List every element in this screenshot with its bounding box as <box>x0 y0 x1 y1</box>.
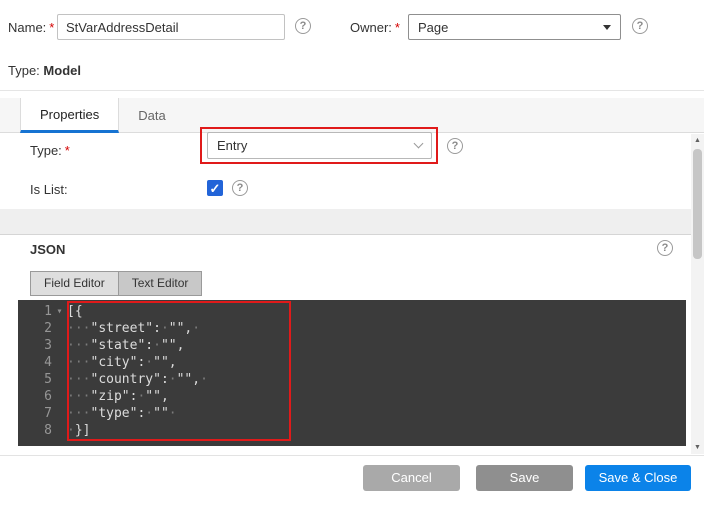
editor-toggle: Field EditorText Editor <box>30 271 202 296</box>
text-editor-button[interactable]: Text Editor <box>119 271 203 296</box>
entry-type-select[interactable]: Entry <box>207 132 432 159</box>
scroll-up-arrow-icon[interactable]: ▲ <box>691 134 704 147</box>
json-help-icon[interactable]: ? <box>657 240 673 256</box>
scrollbar-thumb[interactable] <box>693 149 702 259</box>
code-line: 1▾[{ <box>18 303 686 320</box>
code-line: 5···"country":·"",· <box>18 371 686 388</box>
is-list-label: Is List: <box>30 182 68 198</box>
owner-help-icon[interactable]: ? <box>632 18 648 34</box>
fold-spacer <box>52 371 67 388</box>
prop-type-label: Type:* <box>30 143 70 159</box>
chevron-down-icon <box>603 25 611 30</box>
variable-editor-dialog: Name:* ? Owner:* Page ? Type: Model Prop… <box>0 0 704 511</box>
type-help-icon[interactable]: ? <box>447 138 463 154</box>
owner-select[interactable]: Page <box>408 14 621 40</box>
save-button[interactable]: Save <box>476 465 573 491</box>
is-list-checkbox[interactable] <box>207 180 223 196</box>
vertical-scrollbar[interactable]: ▲ ▼ <box>691 134 704 454</box>
code-line: 3···"state":·"", <box>18 337 686 354</box>
name-input[interactable] <box>57 14 285 40</box>
fold-spacer <box>52 354 67 371</box>
code-line: 7···"type":·""· <box>18 405 686 422</box>
code-line: 6···"zip":·"", <box>18 388 686 405</box>
type-value: Model <box>43 63 81 78</box>
code-lines: 1▾[{2···"street":·"",·3···"state":·"",4·… <box>18 303 686 439</box>
fold-spacer <box>52 405 67 422</box>
tab-bar: PropertiesData <box>0 98 704 133</box>
tab-data[interactable]: Data <box>119 98 184 133</box>
scroll-down-arrow-icon[interactable]: ▼ <box>691 441 704 454</box>
type-model-line: Type: Model <box>8 63 81 78</box>
code-line: 8·}] <box>18 422 686 439</box>
json-code-editor[interactable]: 1▾[{2···"street":·"",·3···"state":·"",4·… <box>18 300 686 446</box>
header-divider <box>0 90 704 91</box>
fold-spacer <box>52 337 67 354</box>
owner-select-value: Page <box>418 20 448 35</box>
is-list-help-icon[interactable]: ? <box>232 180 248 196</box>
field-editor-button[interactable]: Field Editor <box>30 271 119 296</box>
name-help-icon[interactable]: ? <box>295 18 311 34</box>
required-asterisk: * <box>65 143 70 158</box>
footer-bar: Cancel Save Save & Close <box>0 455 704 511</box>
code-line: 2···"street":·"",· <box>18 320 686 337</box>
fold-caret-icon[interactable]: ▾ <box>52 303 67 320</box>
name-label: Name:* <box>8 20 54 36</box>
fold-spacer <box>52 388 67 405</box>
json-section-title: JSON <box>30 242 65 257</box>
save-and-close-button[interactable]: Save & Close <box>585 465 691 491</box>
cancel-button[interactable]: Cancel <box>363 465 460 491</box>
entry-type-select-value: Entry <box>217 138 247 153</box>
required-asterisk: * <box>49 20 54 35</box>
chevron-down-icon <box>414 139 424 149</box>
fold-spacer <box>52 422 67 439</box>
type-label: Type: <box>8 63 40 78</box>
section-separator <box>0 209 692 234</box>
owner-label: Owner:* <box>350 20 400 36</box>
tab-properties[interactable]: Properties <box>20 98 119 133</box>
required-asterisk: * <box>395 20 400 35</box>
code-line: 4···"city":·"", <box>18 354 686 371</box>
fold-spacer <box>52 320 67 337</box>
